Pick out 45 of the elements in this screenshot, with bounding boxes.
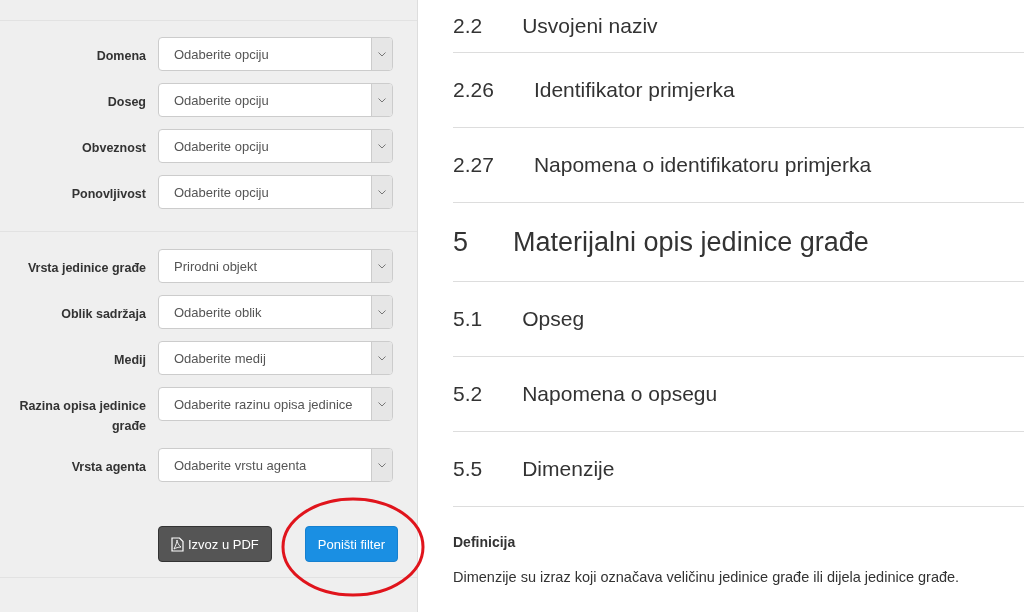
field-label: Oblik sadržaja <box>60 306 146 323</box>
section-number: 2.2 <box>453 14 483 38</box>
dropdown-field[interactable]: Odaberite opciju <box>158 37 393 71</box>
section-number: 5.5 <box>453 457 483 481</box>
dropdown-field[interactable]: Odaberite opciju <box>158 175 393 209</box>
section-title: Materijalni opis jedinice građe <box>513 226 869 258</box>
definition-text: Dimenzije su izraz koji označava veličinu jedinice građe ili dijela jedinice građe. <box>453 569 961 585</box>
section-number: 5.1 <box>453 307 483 331</box>
dropdown-field[interactable]: Odaberite vrstu agenta <box>158 448 393 482</box>
section-number: 5.2 <box>453 382 483 406</box>
export-pdf-button[interactable]: Izvoz u PDF <box>158 526 272 562</box>
dropdown-field[interactable]: Prirodni objekt <box>158 249 393 283</box>
field-label: Medij <box>113 352 146 369</box>
section-title: Usvojeni naziv <box>522 14 658 38</box>
section-number: 2.27 <box>453 153 494 177</box>
section-number: 2.26 <box>453 78 494 102</box>
section-title: Napomena o identifikatoru primjerka <box>533 153 872 177</box>
caret-icon <box>378 51 386 57</box>
caret-icon <box>378 309 386 315</box>
caret-icon <box>378 143 386 149</box>
caret-icon <box>378 462 386 468</box>
dropdown-field[interactable]: Odaberite opciju <box>158 129 393 163</box>
caret-icon <box>378 355 386 361</box>
field-label: Obveznost <box>81 140 146 157</box>
field-label: Domena <box>95 48 146 65</box>
section-title: Napomena o opsegu <box>522 382 718 406</box>
section-title: Identifikator primjerka <box>533 78 735 102</box>
caret-icon <box>378 97 386 103</box>
caret-icon <box>378 401 386 407</box>
field-label: Vrsta jedinice građe <box>26 260 146 277</box>
section-number: 5 <box>453 226 469 258</box>
field-label: Ponovljivost <box>70 186 146 203</box>
caret-icon <box>378 263 386 269</box>
pdf-icon <box>171 536 184 552</box>
dropdown-field[interactable]: Odaberite medij <box>158 341 393 375</box>
dropdown-field[interactable]: Odaberite oblik <box>158 295 393 329</box>
field-label: Doseg <box>106 94 146 111</box>
section-title: Dimenzije <box>522 457 615 481</box>
dropdown-field[interactable]: Odaberite razinu opisa jedinice <box>158 387 393 421</box>
section-title: Opseg <box>522 307 585 331</box>
field-label: Vrsta agenta <box>70 459 146 476</box>
dropdown-field[interactable]: Odaberite opciju <box>158 83 393 117</box>
field-label: Razina opisa jedinice građe <box>18 398 146 435</box>
caret-icon <box>378 189 386 195</box>
definition-heading: Definicija <box>453 534 517 550</box>
